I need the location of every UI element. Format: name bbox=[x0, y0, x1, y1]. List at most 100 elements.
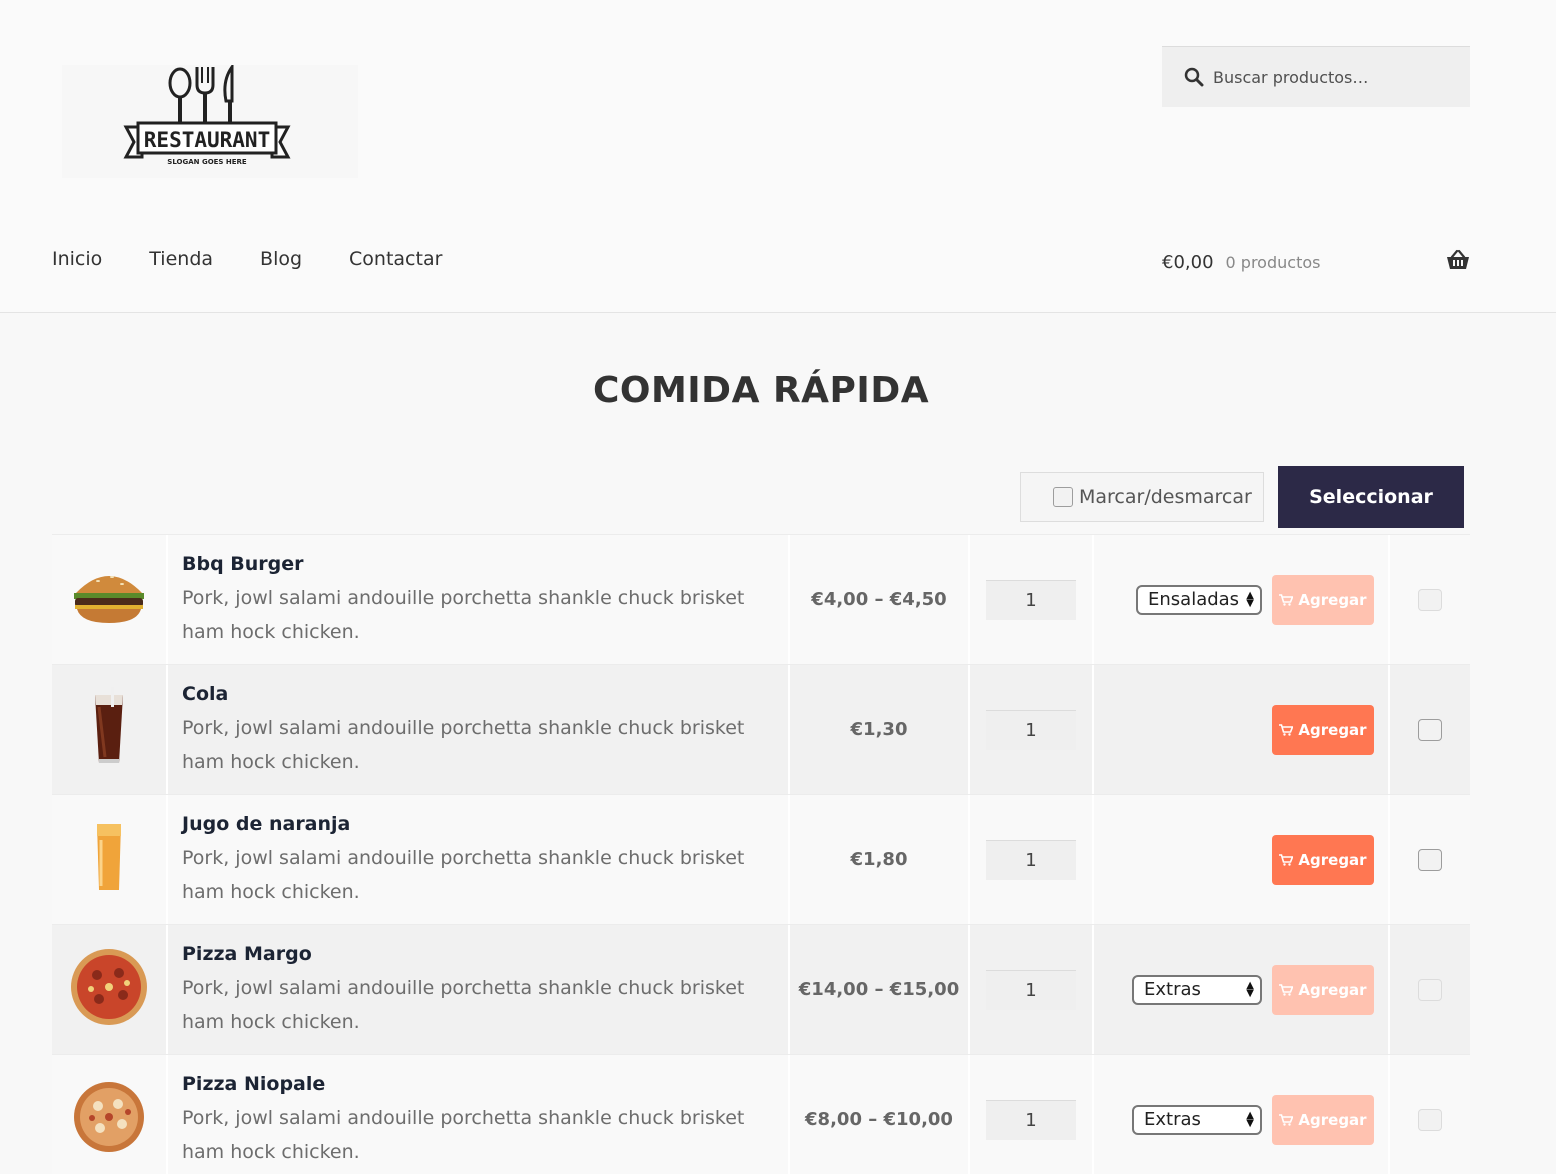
product-check-cell bbox=[1390, 665, 1470, 794]
product-price: €8,00 – €10,00 bbox=[805, 1109, 953, 1130]
product-check-cell bbox=[1390, 795, 1470, 924]
pizza-image bbox=[74, 1082, 144, 1152]
product-thumbnail[interactable] bbox=[89, 820, 129, 899]
product-checkbox[interactable] bbox=[1418, 978, 1442, 1001]
pizza-image bbox=[71, 949, 147, 1025]
product-image-cell bbox=[52, 535, 168, 664]
product-info-cell: Cola Pork, jowl salami andouille porchet… bbox=[168, 665, 790, 794]
product-thumbnail[interactable] bbox=[72, 567, 146, 632]
product-checkbox[interactable] bbox=[1418, 848, 1442, 871]
product-checkbox[interactable] bbox=[1418, 588, 1442, 611]
product-description: Pork, jowl salami andouille porchetta sh… bbox=[182, 587, 745, 643]
basket-icon[interactable] bbox=[1446, 248, 1470, 272]
variant-select[interactable]: Ensaladas ▲ ▼ bbox=[1136, 584, 1262, 615]
product-price: €14,00 – €15,00 bbox=[798, 979, 960, 1000]
toggle-all-label: Marcar/desmarcar bbox=[1079, 486, 1252, 508]
product-action-cell: Agregar bbox=[1094, 665, 1390, 794]
product-action-cell: Extras ▲ ▼ Agregar bbox=[1094, 1055, 1390, 1174]
restaurant-logo[interactable]: RESTAURANT SLOGAN GOES HERE bbox=[62, 65, 358, 178]
table-row: Jugo de naranja Pork, jowl salami andoui… bbox=[52, 794, 1470, 924]
product-table: Bbq Burger Pork, jowl salami andouille p… bbox=[52, 534, 1470, 1174]
cart-icon bbox=[1279, 593, 1294, 606]
product-name[interactable]: Pizza Niopale bbox=[182, 1073, 788, 1095]
product-price-cell: €1,80 bbox=[790, 795, 970, 924]
juice-image bbox=[97, 824, 121, 890]
product-price-cell: €4,00 – €4,50 bbox=[790, 535, 970, 664]
search-input[interactable] bbox=[1213, 67, 1453, 87]
product-info-cell: Bbq Burger Pork, jowl salami andouille p… bbox=[168, 535, 790, 664]
quantity-input[interactable] bbox=[986, 1099, 1076, 1140]
nav-item-inicio[interactable]: Inicio bbox=[52, 248, 102, 270]
table-row: Pizza Margo Pork, jowl salami andouille … bbox=[52, 924, 1470, 1054]
cart-icon bbox=[1279, 983, 1294, 996]
search-icon bbox=[1184, 67, 1204, 87]
product-price: €4,00 – €4,50 bbox=[811, 589, 947, 610]
product-price-cell: €8,00 – €10,00 bbox=[790, 1055, 970, 1174]
quantity-input[interactable] bbox=[986, 839, 1076, 880]
cart-icon bbox=[1279, 853, 1294, 866]
quantity-input[interactable] bbox=[986, 579, 1076, 620]
add-to-cart-button[interactable]: Agregar bbox=[1272, 704, 1374, 755]
add-to-cart-label: Agregar bbox=[1298, 1110, 1367, 1129]
product-price-cell: €14,00 – €15,00 bbox=[790, 925, 970, 1054]
toggle-all-box[interactable] bbox=[1053, 487, 1073, 507]
product-name[interactable]: Bbq Burger bbox=[182, 553, 788, 575]
nav-item-blog[interactable]: Blog bbox=[260, 248, 302, 270]
product-name[interactable]: Cola bbox=[182, 683, 788, 705]
product-image-cell bbox=[52, 1055, 168, 1174]
product-image-cell bbox=[52, 665, 168, 794]
add-to-cart-button[interactable]: Agregar bbox=[1272, 834, 1374, 885]
select-arrows-icon: ▲ ▼ bbox=[1246, 979, 1254, 999]
add-to-cart-label: Agregar bbox=[1298, 590, 1367, 609]
cart-icon bbox=[1279, 723, 1294, 736]
variant-select[interactable]: Extras ▲ ▼ bbox=[1132, 1104, 1262, 1135]
product-thumbnail[interactable] bbox=[69, 947, 149, 1032]
mini-cart[interactable]: €0,00 0 productos bbox=[1162, 248, 1470, 276]
variant-selected-value: Extras bbox=[1144, 1109, 1201, 1130]
main-nav: Inicio Tienda Blog Contactar bbox=[52, 248, 489, 270]
product-thumbnail[interactable] bbox=[89, 687, 129, 772]
product-price: €1,80 bbox=[850, 849, 908, 870]
toggle-all-checkbox[interactable]: Marcar/desmarcar bbox=[1020, 472, 1264, 522]
add-to-cart-button[interactable]: Agregar bbox=[1272, 574, 1374, 625]
product-qty-cell bbox=[970, 795, 1094, 924]
product-search[interactable] bbox=[1162, 46, 1470, 107]
product-price-cell: €1,30 bbox=[790, 665, 970, 794]
product-checkbox[interactable] bbox=[1418, 1108, 1442, 1131]
product-check-cell bbox=[1390, 1055, 1470, 1174]
add-to-cart-label: Agregar bbox=[1298, 850, 1367, 869]
nav-item-contactar[interactable]: Contactar bbox=[349, 248, 442, 270]
product-action-cell: Ensaladas ▲ ▼ Agregar bbox=[1094, 535, 1390, 664]
logo-text: RESTAURANT bbox=[144, 128, 270, 152]
product-qty-cell bbox=[970, 1055, 1094, 1174]
product-description: Pork, jowl salami andouille porchetta sh… bbox=[182, 847, 745, 903]
product-checkbox[interactable] bbox=[1418, 718, 1442, 741]
quantity-input[interactable] bbox=[986, 969, 1076, 1010]
product-info-cell: Jugo de naranja Pork, jowl salami andoui… bbox=[168, 795, 790, 924]
nav-item-tienda[interactable]: Tienda bbox=[149, 248, 213, 270]
page-title: COMIDA RÁPIDA bbox=[592, 370, 930, 411]
site-header: RESTAURANT SLOGAN GOES HERE Inicio Tiend… bbox=[0, 0, 1556, 313]
product-action-cell: Extras ▲ ▼ Agregar bbox=[1094, 925, 1390, 1054]
add-to-cart-button[interactable]: Agregar bbox=[1272, 1094, 1374, 1145]
variant-select[interactable]: Extras ▲ ▼ bbox=[1132, 974, 1262, 1005]
product-thumbnail[interactable] bbox=[72, 1080, 146, 1159]
cart-total: €0,00 bbox=[1162, 251, 1214, 273]
select-arrows-icon: ▲ ▼ bbox=[1246, 1109, 1254, 1129]
logo-utensils-icon: RESTAURANT SLOGAN GOES HERE bbox=[123, 65, 291, 166]
product-image-cell bbox=[52, 925, 168, 1054]
product-check-cell bbox=[1390, 925, 1470, 1054]
add-to-cart-label: Agregar bbox=[1298, 720, 1367, 739]
cart-count: 0 productos bbox=[1225, 252, 1321, 272]
cart-icon bbox=[1279, 1113, 1294, 1126]
product-qty-cell bbox=[970, 665, 1094, 794]
product-description: Pork, jowl salami andouille porchetta sh… bbox=[182, 717, 745, 773]
add-to-cart-label: Agregar bbox=[1298, 980, 1367, 999]
table-row: Cola Pork, jowl salami andouille porchet… bbox=[52, 664, 1470, 794]
product-name[interactable]: Jugo de naranja bbox=[182, 813, 788, 835]
product-name[interactable]: Pizza Margo bbox=[182, 943, 788, 965]
select-button[interactable]: Seleccionar bbox=[1278, 466, 1464, 528]
variant-selected-value: Ensaladas bbox=[1148, 589, 1240, 610]
quantity-input[interactable] bbox=[986, 709, 1076, 750]
add-to-cart-button[interactable]: Agregar bbox=[1272, 964, 1374, 1015]
